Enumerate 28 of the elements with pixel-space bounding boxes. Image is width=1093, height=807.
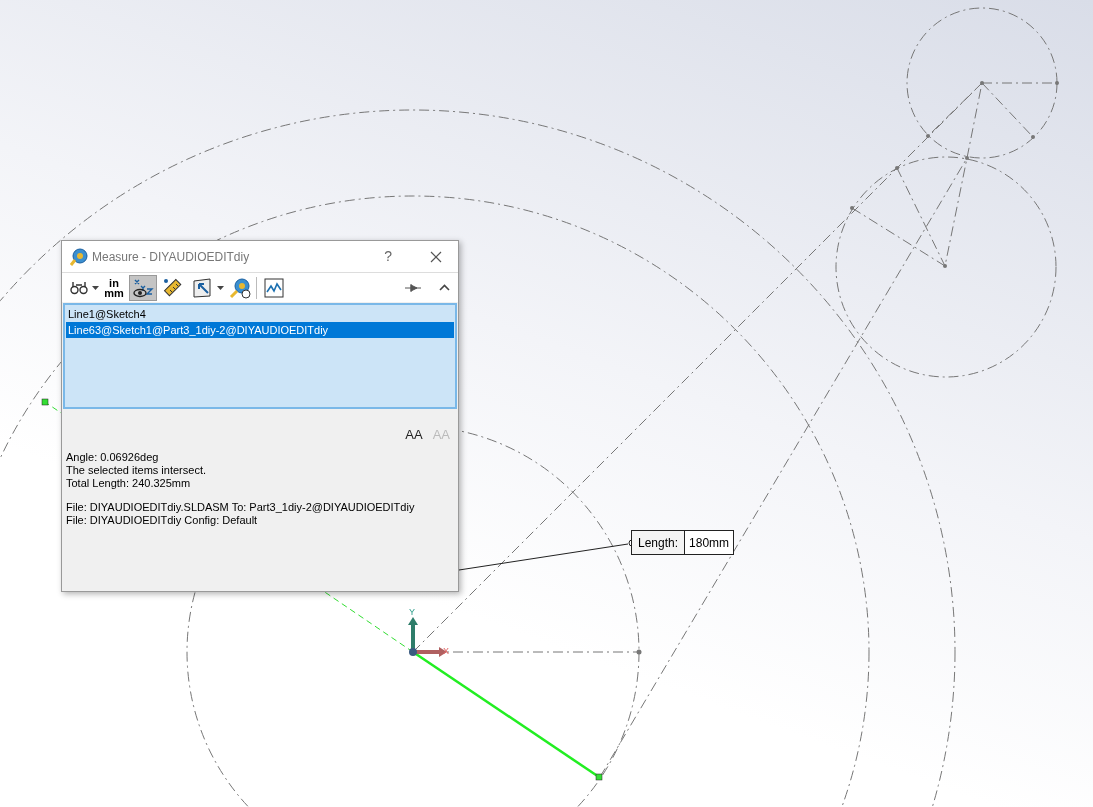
result-line: Total Length: 240.325mm — [66, 477, 192, 490]
collapse-icon[interactable] — [439, 284, 450, 291]
result-line: Angle: 0.06926deg — [66, 451, 160, 464]
selection-item[interactable]: Line63@Sketch1@Part3_1diy-2@DIYAUDIOEDITdiy — [66, 322, 454, 338]
units-top-label: in — [109, 277, 119, 288]
arrow-frame-icon — [192, 276, 214, 299]
window-title: Measure - DIYAUDIOEDITdiy — [92, 248, 250, 266]
result-line: File: DIYAUDIOEDITdiy.SLDASM To: Part3_1diy-2@DIYAUDIOEDITdiy — [66, 501, 416, 514]
toolbar-button[interactable] — [129, 274, 157, 301]
binoculars-icon — [70, 280, 88, 295]
measure-point-icon — [229, 276, 251, 299]
y-axis-label: Y — [409, 608, 415, 617]
callout-label: Length: — [632, 531, 686, 554]
pin-icon[interactable] — [405, 282, 421, 293]
selection-item[interactable]: Line1@Sketch4 — [66, 306, 454, 322]
x-axis-label: X — [443, 647, 449, 656]
callout-value: 180mm — [688, 534, 731, 552]
result-line: File: DIYAUDIOEDITdiy Config: Default — [66, 514, 259, 527]
caret-icon[interactable] — [217, 285, 224, 290]
toolbar-button[interactable]: in mm — [101, 274, 127, 301]
units-bottom-label: mm — [104, 287, 124, 298]
caret-icon[interactable] — [92, 285, 99, 290]
increase-font-button[interactable]: AA — [403, 425, 425, 445]
help-button[interactable]: ? — [384, 246, 392, 267]
result-line: The selected items intersect. — [66, 464, 207, 477]
close-icon[interactable] — [430, 250, 442, 263]
tape-measure-icon — [70, 247, 88, 266]
graph-icon — [264, 277, 284, 298]
